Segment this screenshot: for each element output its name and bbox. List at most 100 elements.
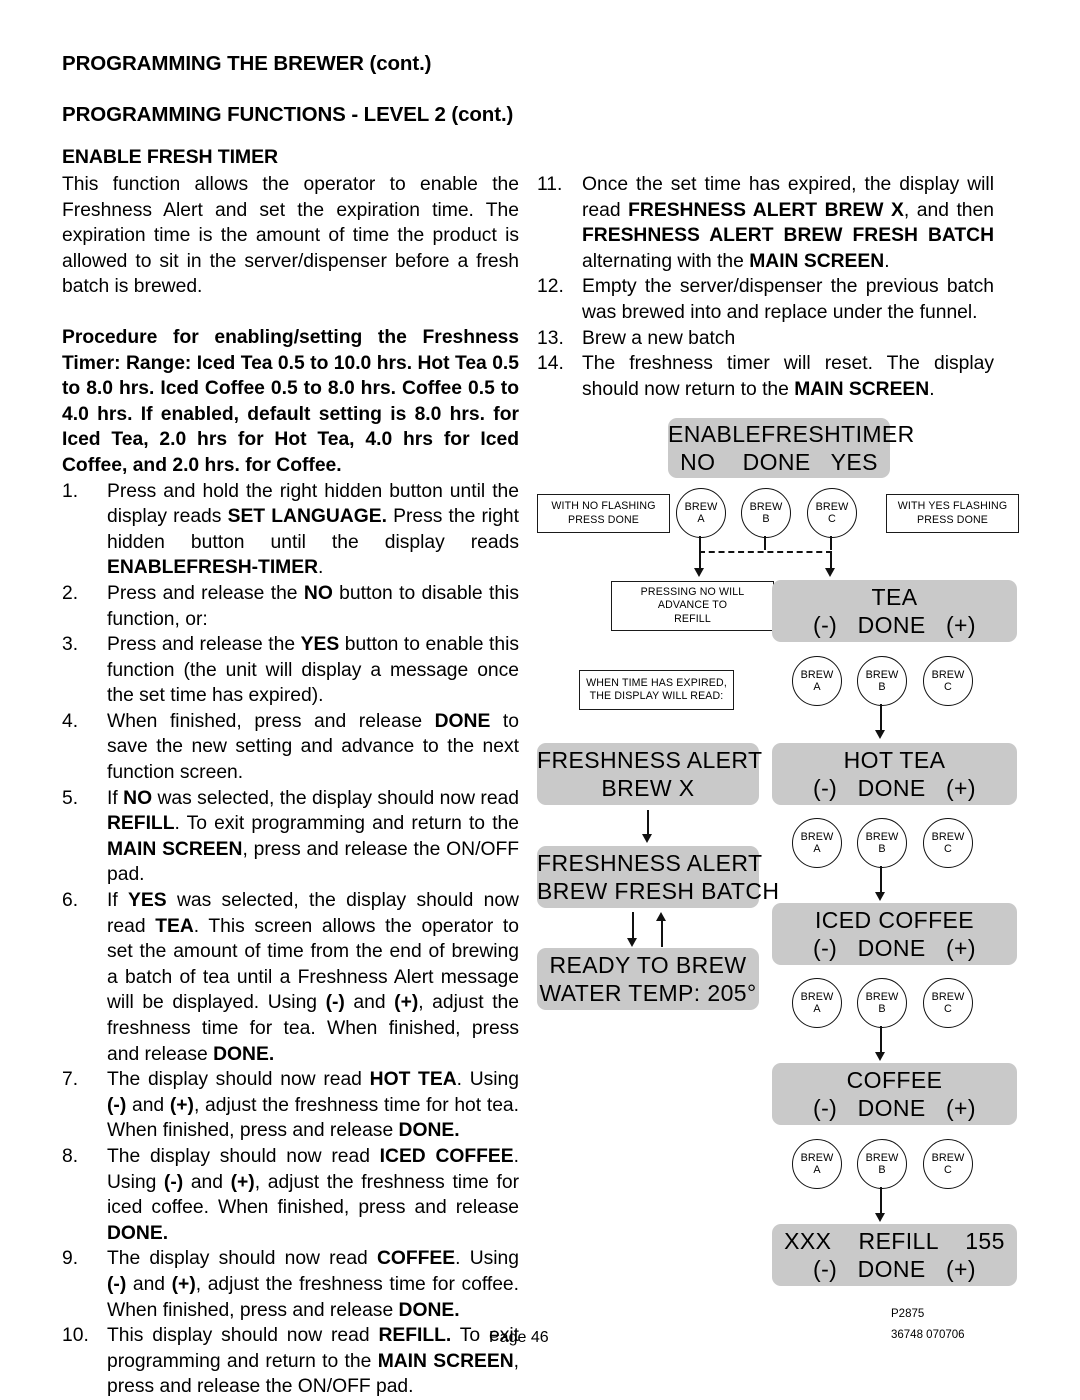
brew-b-button[interactable]: BREW B bbox=[857, 656, 907, 706]
lcd-line2: (-) DONE (+) bbox=[813, 1256, 976, 1282]
connector-b-to-coffee bbox=[880, 1026, 882, 1054]
page-number: Page 46 bbox=[489, 1329, 549, 1346]
connector-c-stub bbox=[830, 536, 832, 550]
steps-list-left: 1. Press and hold the right hidden button… bbox=[62, 479, 519, 1400]
lcd-line1: ICED COFFEE bbox=[814, 907, 975, 933]
brew-letter: A bbox=[813, 1003, 821, 1015]
list-item: 4. When finished, press and release DONE … bbox=[62, 709, 519, 786]
brew-a-button[interactable]: BREW A bbox=[792, 656, 842, 706]
brew-letter: B bbox=[878, 843, 886, 855]
brew-a-button[interactable]: BREW A bbox=[792, 1139, 842, 1189]
left-column: This function allows the operator to ena… bbox=[62, 172, 519, 1400]
list-item-text: If YES was selected, the display should … bbox=[107, 890, 519, 1065]
list-item-number: 5. bbox=[62, 787, 79, 809]
note-when-time-expired: WHEN TIME HAS EXPIRED, THE DISPLAY WILL … bbox=[579, 670, 734, 710]
list-item-text: The display should now read HOT TEA. Usi… bbox=[107, 1069, 520, 1142]
brew-label: BREW bbox=[800, 1151, 834, 1164]
brew-c-button[interactable]: BREW C bbox=[807, 488, 857, 538]
brew-c-button[interactable]: BREW C bbox=[923, 818, 973, 868]
note-line1: WITH YES FLASHING bbox=[897, 500, 1008, 513]
arrow-to-tea bbox=[825, 568, 835, 577]
connector-ready-to-fresh-up bbox=[661, 918, 663, 947]
note-line3: REFILL bbox=[674, 612, 711, 625]
lcd-tea: TEA (-) DONE (+) bbox=[772, 580, 1017, 642]
brew-label: BREW bbox=[800, 830, 834, 843]
lcd-refill: XXX REFILL 155 (-) DONE (+) bbox=[772, 1224, 1017, 1286]
connector-a-stub bbox=[699, 536, 701, 551]
lcd-line1: FRESHNESS ALERT bbox=[537, 850, 763, 876]
list-item-text: Once the set time has expired, the displ… bbox=[582, 174, 994, 272]
list-item-text: The freshness timer will reset. The disp… bbox=[582, 353, 994, 400]
brew-a-button[interactable]: BREW A bbox=[792, 818, 842, 868]
brew-letter: C bbox=[944, 843, 952, 855]
list-item-number: 9. bbox=[62, 1248, 79, 1270]
list-item: 3. Press and release the YES button to en… bbox=[62, 632, 519, 709]
list-item-text: Press and hold the right hidden button u… bbox=[107, 480, 520, 579]
lcd-enable-fresh-timer: ENABLEFRESHTIMER NO DONE YES bbox=[668, 418, 914, 478]
brew-b-button[interactable]: BREW B bbox=[857, 978, 907, 1028]
brew-label: BREW bbox=[931, 1151, 965, 1164]
connector-b-to-iced-coffee bbox=[880, 866, 882, 894]
brew-a-button[interactable]: BREW A bbox=[676, 488, 726, 538]
brew-label: BREW bbox=[865, 990, 899, 1003]
brew-label: BREW bbox=[815, 500, 849, 513]
connector-b-to-hot-tea bbox=[880, 704, 882, 732]
lcd-line2: (-) DONE (+) bbox=[813, 1095, 976, 1121]
brew-letter: A bbox=[813, 1164, 821, 1176]
list-item-number: 12. bbox=[537, 276, 564, 298]
list-item-number: 6. bbox=[62, 890, 79, 912]
list-item-text: This display should now read REFILL. To … bbox=[107, 1325, 520, 1398]
brew-b-button[interactable]: BREW B bbox=[857, 818, 907, 868]
list-item: 7. The display should now read HOT TEA. U… bbox=[62, 1067, 519, 1144]
lcd-line2: NO DONE YES bbox=[680, 449, 878, 475]
brew-letter: B bbox=[878, 1003, 886, 1015]
right-column: 11. Once the set time has expired, the di… bbox=[537, 172, 994, 402]
lcd-line1: HOT TEA bbox=[843, 747, 946, 773]
brew-label: BREW bbox=[931, 830, 965, 843]
arrow-to-hot-tea bbox=[875, 730, 885, 739]
brew-c-button[interactable]: BREW C bbox=[923, 656, 973, 706]
connector-fresh-to-ready-down bbox=[632, 912, 634, 940]
brew-c-button[interactable]: BREW C bbox=[923, 1139, 973, 1189]
connector-b-to-refill bbox=[880, 1187, 882, 1215]
brew-letter: A bbox=[813, 843, 821, 855]
list-item: 6. If YES was selected, the display shoul… bbox=[62, 888, 519, 1067]
brew-b-button[interactable]: BREW B bbox=[857, 1139, 907, 1189]
list-item-number: 7. bbox=[62, 1069, 79, 1091]
list-item-number: 8. bbox=[62, 1145, 79, 1167]
arrow-to-fresh-batch bbox=[642, 834, 652, 843]
brew-label: BREW bbox=[800, 668, 834, 681]
arrow-to-iced-coffee bbox=[875, 892, 885, 901]
note-with-yes-flashing: WITH YES FLASHING PRESS DONE bbox=[886, 494, 1019, 533]
connector-alert-to-fresh bbox=[647, 810, 649, 836]
lcd-line2: WATER TEMP: 205° bbox=[539, 980, 757, 1006]
list-item-number: 14. bbox=[537, 353, 564, 375]
brew-letter: C bbox=[944, 1003, 952, 1015]
note-line2: ADVANCE TO bbox=[657, 599, 728, 612]
section-title-enable-fresh-timer: ENABLE FRESH TIMER bbox=[62, 146, 278, 168]
lcd-line1: FRESHNESS ALERT bbox=[537, 747, 763, 773]
lcd-line1: TEA bbox=[871, 584, 918, 610]
document-code-p: P2875 bbox=[891, 1308, 925, 1320]
list-item-number: 2. bbox=[62, 582, 79, 604]
page-title-level: PROGRAMMING FUNCTIONS - LEVEL 2 (cont.) bbox=[62, 103, 514, 126]
list-item-text: Empty the server/dispenser the previous … bbox=[582, 276, 994, 323]
brew-a-button[interactable]: BREW A bbox=[792, 978, 842, 1028]
brew-label: BREW bbox=[749, 500, 783, 513]
list-item-number: 11. bbox=[537, 174, 563, 195]
list-item: 12. Empty the server/dispenser the previo… bbox=[537, 274, 994, 325]
brew-label: BREW bbox=[931, 990, 965, 1003]
brew-label: BREW bbox=[865, 668, 899, 681]
note-line2: PRESS DONE bbox=[568, 513, 639, 526]
brew-c-button[interactable]: BREW C bbox=[923, 978, 973, 1028]
lcd-line2: (-) DONE (+) bbox=[813, 775, 976, 801]
brew-b-button[interactable]: BREW B bbox=[741, 488, 791, 538]
lcd-ready-to-brew: READY TO BREW WATER TEMP: 205° bbox=[537, 948, 759, 1010]
brew-letter: B bbox=[878, 681, 886, 693]
list-item: 2. Press and release the NO button to dis… bbox=[62, 581, 519, 632]
list-item: 14. The freshness timer will reset. The d… bbox=[537, 351, 994, 402]
list-item-text: The display should now read ICED COFFEE.… bbox=[107, 1145, 520, 1244]
list-item-text: Brew a new batch bbox=[582, 327, 736, 349]
note-pressing-no-advance: PRESSING NO WILL ADVANCE TO REFILL bbox=[611, 581, 774, 631]
